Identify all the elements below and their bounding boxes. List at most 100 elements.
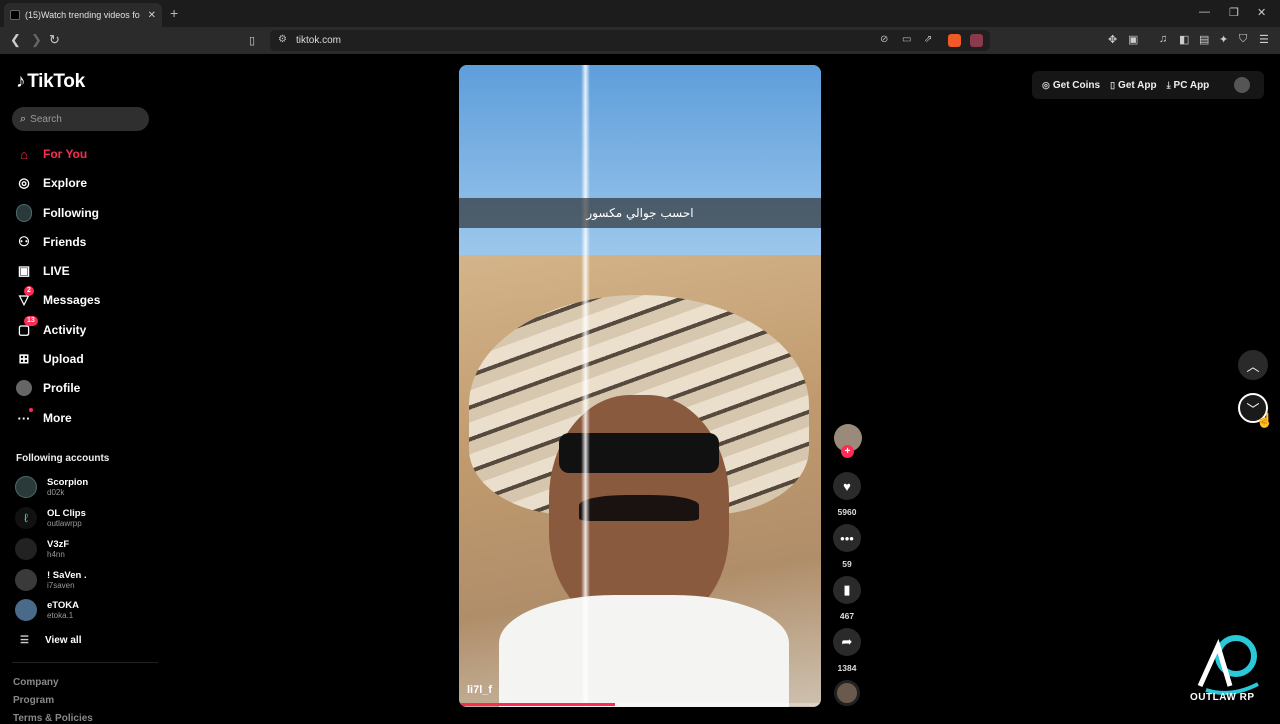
- like-button[interactable]: ♥: [833, 472, 861, 500]
- close-tab-icon[interactable]: ✕: [148, 10, 156, 21]
- nav-messages[interactable]: ▽ 2 Messages: [16, 286, 156, 310]
- avatar: [15, 476, 37, 498]
- video-author[interactable]: li7l_f: [467, 684, 492, 696]
- avatar: [15, 569, 37, 591]
- save-button[interactable]: ▮: [833, 576, 861, 604]
- address-bar[interactable]: ⚙ tiktok.com ⊘ ▭ ⇗: [270, 30, 990, 51]
- sidebar-icon[interactable]: ◧: [1179, 33, 1189, 46]
- avatar: [15, 599, 37, 621]
- following-account[interactable]: V3zF h4nn: [15, 536, 155, 562]
- pc-app-label: PC App: [1173, 79, 1210, 91]
- messages-icon: ▽ 2: [16, 286, 34, 308]
- video-shirt: [499, 595, 789, 707]
- tiktok-logo[interactable]: ♪ TikTok: [16, 71, 85, 93]
- avatar: [15, 538, 37, 560]
- video-light-streak: [581, 65, 590, 707]
- browser-nav-bar: ❮ ❯ ↻ ▯ ⚙ tiktok.com ⊘ ▭ ⇗ ✥ ▣ ♫ ◧ ▤ ✦ ⛉…: [0, 27, 1280, 54]
- live-icon: ▣: [17, 263, 31, 278]
- account-name: eTOKA: [47, 600, 80, 611]
- view-all-button[interactable]: ☰ View all: [20, 635, 81, 646]
- leo-icon[interactable]: ✦: [1219, 33, 1228, 46]
- back-icon[interactable]: ❮: [10, 32, 21, 48]
- following-account[interactable]: ℓ OL Clips outlawrpp: [15, 505, 155, 531]
- search-placeholder: Search: [30, 113, 62, 125]
- nav-label: Profile: [43, 381, 81, 395]
- comment-button[interactable]: •••: [833, 524, 861, 552]
- nav-label: Following: [43, 206, 99, 220]
- maximize-icon[interactable]: ❐: [1229, 6, 1239, 19]
- footer-link-program[interactable]: Program: [13, 695, 54, 706]
- bookmark-icon[interactable]: ▯: [249, 34, 255, 47]
- get-app-button[interactable]: ▯ Get App: [1110, 80, 1156, 91]
- nav-following[interactable]: Following: [16, 203, 156, 223]
- browser-tab[interactable]: (15)Watch trending videos fo ✕: [4, 3, 162, 27]
- music-icon[interactable]: ♫: [1159, 33, 1167, 45]
- nav-label: More: [43, 411, 72, 425]
- media-icon[interactable]: ⊘: [880, 34, 888, 45]
- vpn-icon[interactable]: ⛉: [1239, 33, 1247, 46]
- phone-icon: ▯: [1110, 79, 1116, 90]
- following-account[interactable]: ! SaVen . i7saven: [15, 567, 155, 593]
- nav-friends[interactable]: ⚇ Friends: [16, 232, 156, 252]
- save-count: 467: [839, 611, 855, 621]
- home-icon: ⌂: [20, 146, 28, 162]
- nav-explore[interactable]: ◎ Explore: [16, 173, 156, 193]
- following-account[interactable]: Scorpion d02k: [15, 474, 155, 500]
- previous-video-button[interactable]: ︿: [1238, 350, 1268, 380]
- brave-shield-icon[interactable]: [948, 34, 961, 47]
- window-close-icon[interactable]: ✕: [1257, 6, 1266, 19]
- account-handle: etoka.1: [47, 611, 74, 620]
- wallet-icon[interactable]: ▣: [1128, 33, 1138, 46]
- comment-icon: •••: [840, 530, 854, 546]
- share-button[interactable]: ➦: [833, 628, 861, 656]
- nav-live[interactable]: ▣ LIVE: [16, 261, 156, 281]
- search-input[interactable]: ⌕ Search: [12, 107, 149, 131]
- share-count: 1384: [837, 663, 857, 673]
- share-icon[interactable]: ⇗: [924, 34, 932, 45]
- nav-label: Messages: [43, 293, 101, 307]
- nav-upload[interactable]: ⊞ Upload: [16, 349, 156, 369]
- reload-icon[interactable]: ↻: [49, 32, 60, 48]
- follow-plus-icon[interactable]: +: [841, 445, 854, 458]
- get-coins-button[interactable]: ◎ Get Coins: [1042, 80, 1100, 91]
- user-avatar[interactable]: [1234, 77, 1250, 93]
- avatar: ℓ: [15, 507, 37, 529]
- nav-label: Upload: [43, 352, 84, 366]
- sidebar-divider: [12, 662, 158, 663]
- menu-icon[interactable]: ☰: [1259, 33, 1269, 46]
- minimize-icon[interactable]: —: [1199, 6, 1210, 18]
- account-name: Scorpion: [47, 477, 89, 488]
- video-player[interactable]: احسب جوالي مكسور li7l_f: [459, 65, 821, 707]
- nav-label: Friends: [43, 235, 87, 249]
- nav-profile[interactable]: Profile: [16, 378, 156, 398]
- comment-count: 59: [842, 559, 852, 569]
- site-settings-icon[interactable]: ⚙: [278, 34, 287, 45]
- messages-badge: 2: [24, 286, 34, 296]
- nav-for-you[interactable]: ⌂ For You: [16, 144, 156, 164]
- search-icon: ⌕: [20, 112, 27, 125]
- forward-icon[interactable]: ❯: [31, 32, 42, 48]
- account-handle: i7saven: [47, 581, 75, 590]
- new-tab-button[interactable]: +: [170, 5, 178, 21]
- extensions-icon[interactable]: ✥: [1108, 33, 1117, 46]
- account-handle: h4nn: [47, 550, 65, 559]
- cast-icon[interactable]: ▭: [902, 34, 911, 45]
- nav-label: Activity: [43, 323, 87, 337]
- brave-rewards-icon[interactable]: [970, 34, 983, 47]
- tab-panel-icon[interactable]: ▤: [1199, 33, 1209, 46]
- video-caption: احسب جوالي مكسور: [459, 198, 821, 228]
- account-name: OL Clips: [47, 508, 86, 519]
- footer-link-company[interactable]: Company: [13, 677, 59, 688]
- chevron-up-icon: ︿: [1246, 358, 1260, 374]
- video-progress-bar[interactable]: [459, 703, 821, 706]
- browser-tab-bar: (15)Watch trending videos fo ✕ + — ❐ ✕: [0, 0, 1280, 27]
- nav-activity[interactable]: ▢ 13 Activity: [16, 316, 156, 340]
- nav-more[interactable]: ··· More: [16, 408, 156, 428]
- music-disc-icon[interactable]: [834, 680, 860, 706]
- footer-link-terms[interactable]: Terms & Policies: [13, 713, 93, 724]
- nav-label: LIVE: [43, 264, 70, 278]
- get-coins-label: Get Coins: [1052, 79, 1101, 91]
- following-account[interactable]: eTOKA etoka.1: [15, 597, 155, 623]
- pc-app-button[interactable]: ⤓ PC App: [1167, 80, 1210, 91]
- more-dot: [29, 408, 33, 412]
